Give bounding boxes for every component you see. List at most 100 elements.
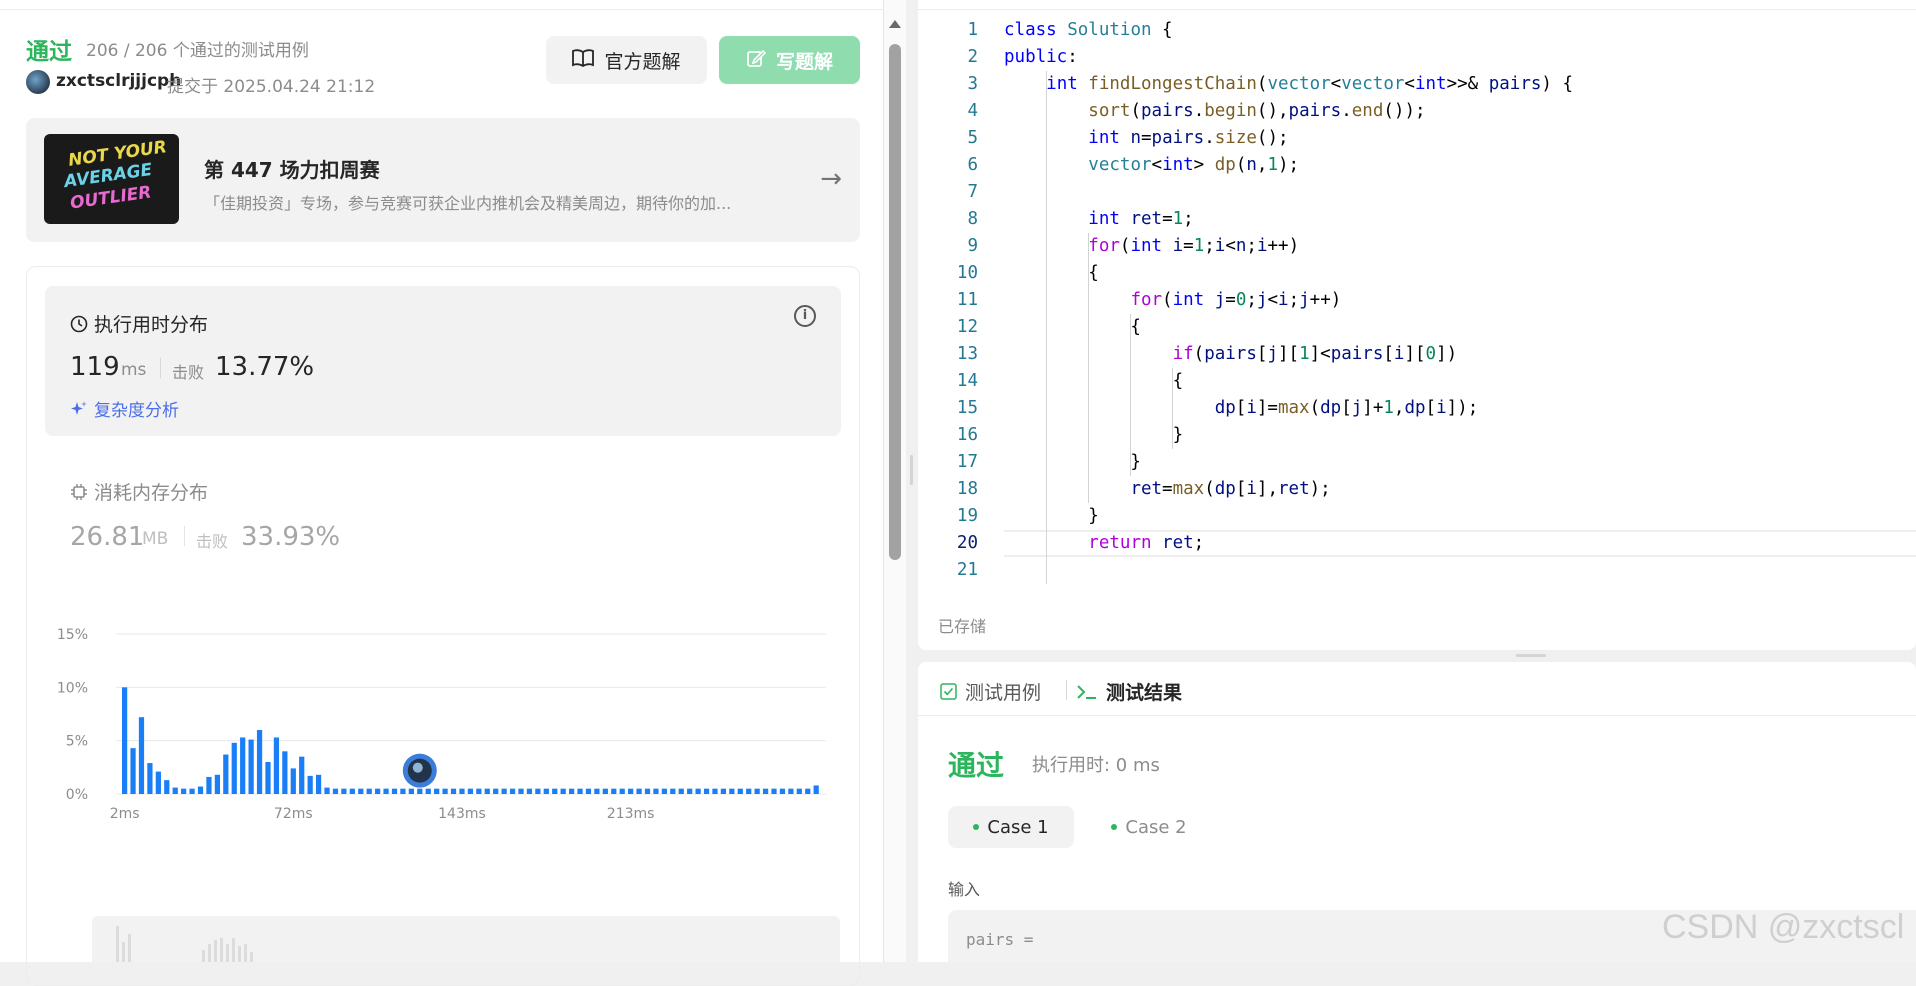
chart-bar[interactable] <box>796 788 802 794</box>
chart-bar[interactable] <box>501 788 507 794</box>
chart-bar[interactable] <box>459 788 465 794</box>
scrollbar-thumb[interactable] <box>889 44 901 560</box>
chart-bar[interactable] <box>560 788 566 794</box>
user-avatar[interactable] <box>26 70 50 94</box>
code-line[interactable]: 1 class Solution { <box>918 17 1916 44</box>
code-line[interactable]: 18 ret=max(dp[i],ret); <box>918 476 1916 503</box>
chart-bar[interactable] <box>526 788 533 794</box>
tab-testcase[interactable]: 测试用例 <box>940 678 1041 705</box>
tab-test-result[interactable]: 测试结果 <box>1076 678 1182 705</box>
username[interactable]: zxctsclrjjjcph <box>56 71 181 91</box>
code-area[interactable]: 1 class Solution {2 public: 3 int findLonge… <box>918 17 1916 584</box>
chart-bar[interactable] <box>678 788 684 794</box>
case-1-tab[interactable]: Case 1 <box>948 806 1074 848</box>
chart-bar[interactable] <box>307 775 313 794</box>
chart-bar[interactable] <box>400 788 406 794</box>
chart-bar[interactable] <box>611 788 617 794</box>
code-line[interactable]: 10 { <box>918 260 1916 287</box>
memory-title[interactable]: 消耗内存分布 <box>70 478 208 505</box>
chart-bar[interactable] <box>341 788 347 794</box>
chart-bar[interactable] <box>602 788 608 794</box>
chart-bar[interactable] <box>720 788 727 794</box>
contest-banner[interactable]: NOT YOUR AVERAGE OUTLIER 第 447 场力扣周赛 「佳期… <box>26 118 860 242</box>
code-line[interactable]: 6 vector<int> dp(n,1); <box>918 152 1916 179</box>
chart-bar[interactable] <box>754 788 760 794</box>
chart-bar[interactable] <box>332 788 339 794</box>
chart-bar[interactable] <box>619 788 625 794</box>
code-line[interactable]: 7 <box>918 179 1916 206</box>
vertical-resize-grip[interactable] <box>1516 654 1546 657</box>
code-line[interactable]: 2 public: <box>918 44 1916 71</box>
chart-bar[interactable] <box>164 780 170 794</box>
chart-bar[interactable] <box>442 788 448 794</box>
info-icon[interactable]: i <box>794 305 816 327</box>
chart-bar[interactable] <box>425 788 431 794</box>
chart-bar[interactable] <box>299 756 305 794</box>
chart-bar[interactable] <box>805 788 811 794</box>
code-line[interactable]: 12 { <box>918 314 1916 341</box>
runtime-distribution-chart[interactable]: 15% 10% 5% 0% 2ms 72ms 143ms 213ms <box>50 616 840 906</box>
chart-bar[interactable] <box>197 786 204 794</box>
chart-bar[interactable] <box>509 788 516 794</box>
code-line[interactable]: 8 int ret=1; <box>918 206 1916 233</box>
chart-bar[interactable] <box>324 787 330 794</box>
chart-bar[interactable] <box>256 730 263 794</box>
chart-bar[interactable] <box>358 788 364 794</box>
chart-bar[interactable] <box>181 788 187 794</box>
chart-bar[interactable] <box>467 788 474 794</box>
chart-bar[interactable] <box>130 748 136 794</box>
chart-bar[interactable] <box>155 771 161 794</box>
chart-bar[interactable] <box>779 788 786 794</box>
scroll-up-icon[interactable] <box>889 20 901 28</box>
chart-bar[interactable] <box>543 788 549 794</box>
chart-bar[interactable] <box>172 787 178 794</box>
chart-bar[interactable] <box>240 737 246 794</box>
chart-bar[interactable] <box>366 788 372 794</box>
chart-bar[interactable] <box>788 788 794 794</box>
panel-resize-handle[interactable] <box>906 0 918 962</box>
code-line[interactable]: 17 } <box>918 449 1916 476</box>
chart-bar[interactable] <box>214 774 220 794</box>
chart-bar[interactable] <box>282 751 288 794</box>
chart-bar[interactable] <box>518 788 524 794</box>
chart-bar[interactable] <box>290 768 296 794</box>
code-line[interactable]: 14 { <box>918 368 1916 395</box>
chart-bar[interactable] <box>552 788 558 794</box>
left-panel-scrollbar[interactable] <box>884 0 906 962</box>
code-line[interactable]: 5 int n=pairs.size(); <box>918 125 1916 152</box>
code-line[interactable]: 4 sort(pairs.begin(),pairs.end()); <box>918 98 1916 125</box>
chart-bar[interactable] <box>147 763 153 794</box>
chart-bar[interactable] <box>585 788 592 794</box>
code-line[interactable]: 15 dp[i]=max(dp[j]+1,dp[i]); <box>918 395 1916 422</box>
chart-bar[interactable] <box>644 788 651 794</box>
code-line[interactable]: 13 if(pairs[j][1]<pairs[i][0]) <box>918 341 1916 368</box>
chart-bar[interactable] <box>813 785 819 794</box>
chart-bar[interactable] <box>762 788 769 794</box>
code-line[interactable]: 16 } <box>918 422 1916 449</box>
chart-bar[interactable] <box>231 742 237 794</box>
chart-bar[interactable] <box>391 788 398 794</box>
code-line[interactable]: 9 for(int i=1;i<n;i++) <box>918 233 1916 260</box>
chart-bar[interactable] <box>417 788 423 794</box>
chart-bar[interactable] <box>476 788 482 794</box>
chart-bar[interactable] <box>138 717 145 794</box>
chart-bar[interactable] <box>703 788 710 794</box>
chart-bar[interactable] <box>594 788 600 794</box>
chart-bar[interactable] <box>273 737 280 794</box>
write-solution-button[interactable]: 写题解 <box>719 36 860 84</box>
chart-bar[interactable] <box>653 788 659 794</box>
chart-bar[interactable] <box>383 788 389 794</box>
chart-bar[interactable] <box>712 788 718 794</box>
complexity-analysis-link[interactable]: 复杂度分析 <box>70 396 179 421</box>
chart-bar[interactable] <box>746 788 752 794</box>
chart-bar[interactable] <box>265 762 271 794</box>
official-solution-button[interactable]: 官方题解 <box>546 36 707 84</box>
chart-bar[interactable] <box>434 788 440 794</box>
chart-bar[interactable] <box>408 788 414 794</box>
code-line[interactable]: 20 return ret; <box>918 530 1916 557</box>
chart-bar[interactable] <box>687 788 693 794</box>
chart-bar[interactable] <box>535 788 541 794</box>
chart-bar[interactable] <box>206 776 212 794</box>
chart-bar[interactable] <box>568 788 575 794</box>
chart-bar[interactable] <box>628 788 634 794</box>
